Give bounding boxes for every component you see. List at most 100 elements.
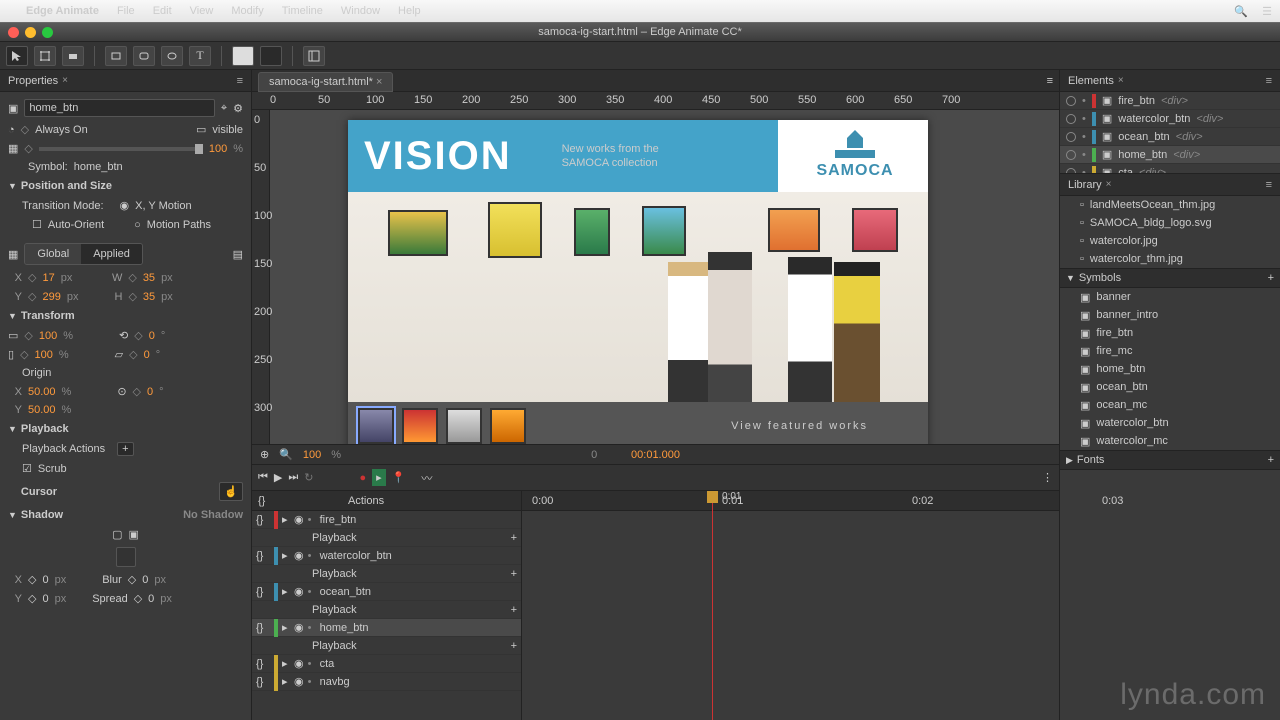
panel-menu-icon[interactable]: ≡ <box>1266 179 1272 191</box>
shadow-x[interactable]: 0 <box>42 574 48 586</box>
diamond-keyframe-icon[interactable]: ◇ <box>24 142 32 155</box>
library-asset[interactable]: ▫landMeetsOcean_thm.jpg <box>1060 196 1280 214</box>
add-font-button[interactable]: + <box>1268 454 1274 466</box>
skew-value[interactable]: 0 <box>144 349 150 361</box>
ellipse-tool-button[interactable] <box>161 46 183 66</box>
app-menu[interactable]: Edge Animate <box>26 5 99 17</box>
element-row[interactable]: •▣watercolor_btn<div> <box>1060 110 1280 128</box>
add-action-icon[interactable]: + <box>511 640 517 652</box>
cursor-picker-button[interactable]: ☝ <box>219 482 243 501</box>
menu-file[interactable]: File <box>117 5 135 17</box>
stage[interactable]: VISION New works from the SAMOCA collect… <box>348 120 928 444</box>
settings-icon[interactable]: ⚙ <box>233 102 243 115</box>
zoom-window-button[interactable] <box>42 27 53 38</box>
add-playback-action-button[interactable]: + <box>117 442 133 456</box>
layer-actions-icon[interactable]: {} <box>256 658 270 670</box>
element-row[interactable]: •▣fire_btn<div> <box>1060 92 1280 110</box>
xy-motion-option[interactable]: X, Y Motion <box>135 200 191 212</box>
scale-y-value[interactable]: 100 <box>35 349 53 361</box>
timeline-ruler[interactable]: 0:000:010:020:03 <box>522 491 1059 511</box>
zoom-value[interactable]: 100 <box>303 449 321 461</box>
easing-button[interactable]: 〰 <box>421 470 432 486</box>
thumb-watercolor[interactable] <box>446 408 482 444</box>
playhead-handle[interactable] <box>707 491 718 503</box>
auto-keyframe-button[interactable]: ● <box>360 472 367 484</box>
element-row[interactable]: •▣cta<div> <box>1060 164 1280 174</box>
add-action-icon[interactable]: + <box>511 532 517 544</box>
elements-tab[interactable]: Elements × ≡ <box>1060 70 1280 92</box>
play-button[interactable]: ▶ <box>274 471 282 484</box>
visibility-toggle-icon[interactable]: ◉ <box>294 549 304 562</box>
visibility-eye-icon[interactable] <box>1066 114 1076 124</box>
menu-edit[interactable]: Edit <box>153 5 172 17</box>
timeline-layer[interactable]: {}▸◉•navbg <box>252 673 521 691</box>
transform-section[interactable]: ▼Transform <box>8 306 243 326</box>
menu-view[interactable]: View <box>190 5 214 17</box>
timeline-layer[interactable]: {}▸◉•ocean_btn <box>252 583 521 601</box>
visibility-value[interactable]: visible <box>212 124 243 136</box>
element-row[interactable]: •▣home_btn<div> <box>1060 146 1280 164</box>
loop-button[interactable]: ↻ <box>304 471 313 484</box>
opacity-value[interactable]: 100 <box>209 143 227 155</box>
always-on-icon[interactable]: ◔ <box>8 124 15 136</box>
layout-presets-button[interactable] <box>303 46 325 66</box>
library-tab[interactable]: Library × ≡ <box>1060 174 1280 196</box>
close-tab-icon[interactable]: × <box>1118 75 1124 86</box>
transform-tool-button[interactable] <box>34 46 56 66</box>
shadow-y[interactable]: 0 <box>42 593 48 605</box>
add-action-icon[interactable]: + <box>511 568 517 580</box>
center-stage-icon[interactable]: ⊕ <box>260 448 269 461</box>
timeline-options-icon[interactable]: ⋮ <box>1042 471 1053 484</box>
fonts-section[interactable]: ▶Fonts+ <box>1060 450 1280 470</box>
scale-x-value[interactable]: 100 <box>39 330 57 342</box>
shadow-color-swatch[interactable] <box>116 547 136 567</box>
stroke-color-swatch[interactable] <box>260 46 282 66</box>
diamond-keyframe-icon[interactable]: ◇ <box>21 123 29 136</box>
clip-tool-button[interactable] <box>62 46 84 66</box>
lock-icon[interactable]: • <box>1082 113 1086 125</box>
radio-off-icon[interactable]: ○ <box>134 219 141 231</box>
close-tab-icon[interactable]: × <box>1106 179 1112 190</box>
document-tab[interactable]: samoca-ig-start.html* × <box>258 72 393 92</box>
outer-shadow-toggle[interactable]: ▢ <box>112 528 122 541</box>
lock-icon[interactable]: • <box>1082 167 1086 175</box>
timeline-layer[interactable]: {}▸◉•cta <box>252 655 521 673</box>
symbols-section[interactable]: ▼Symbols+ <box>1060 268 1280 288</box>
radio-on-icon[interactable]: ◉ <box>120 199 130 212</box>
origin-rotate-value[interactable]: 0 <box>147 386 153 398</box>
visibility-toggle-icon[interactable]: ◉ <box>294 585 304 598</box>
minimize-window-button[interactable] <box>25 27 36 38</box>
panel-menu-icon[interactable]: ≡ <box>1266 75 1272 87</box>
library-symbol[interactable]: ▣banner <box>1060 288 1280 306</box>
cursor-section[interactable]: ▼Cursor ☝ <box>8 478 243 505</box>
library-symbol[interactable]: ▣ocean_mc <box>1060 396 1280 414</box>
close-tab-icon[interactable]: × <box>62 75 68 86</box>
coord-mode-segment[interactable]: Global Applied <box>24 243 143 265</box>
visibility-eye-icon[interactable] <box>1066 96 1076 106</box>
auto-transition-button[interactable]: ▸ <box>372 469 386 486</box>
coord-icon[interactable]: ▦ <box>8 248 18 261</box>
timeline-sublayer[interactable]: Playback+ <box>252 565 521 583</box>
origin-y-value[interactable]: 50.00 <box>28 404 56 416</box>
library-symbol[interactable]: ▣home_btn <box>1060 360 1280 378</box>
rounded-rect-tool-button[interactable] <box>133 46 155 66</box>
x-value[interactable]: 17 <box>42 272 54 284</box>
timeline-layer[interactable]: {}▸◉•watercolor_btn <box>252 547 521 565</box>
visibility-toggle-icon[interactable]: ◉ <box>294 621 304 634</box>
text-tool-button[interactable]: T <box>189 46 211 66</box>
visibility-icon[interactable]: ▭ <box>196 123 206 136</box>
timeline-tracks[interactable]: 0:000:010:020:03 0:01 <box>522 491 1059 720</box>
add-symbol-button[interactable]: + <box>1268 272 1274 284</box>
shadow-spread[interactable]: 0 <box>148 593 154 605</box>
menu-window[interactable]: Window <box>341 5 380 17</box>
close-doc-icon[interactable]: × <box>376 76 382 88</box>
playhead[interactable]: 0:01 <box>712 491 713 720</box>
layer-actions-icon[interactable]: {} <box>256 622 270 634</box>
opacity-slider[interactable] <box>39 147 203 151</box>
position-size-section[interactable]: ▼Position and Size <box>8 176 243 196</box>
origin-x-value[interactable]: 50.00 <box>28 386 56 398</box>
library-symbol[interactable]: ▣ocean_btn <box>1060 378 1280 396</box>
visibility-toggle-icon[interactable]: ◉ <box>294 657 304 670</box>
visibility-toggle-icon[interactable]: ◉ <box>294 513 304 526</box>
menu-help[interactable]: Help <box>398 5 421 17</box>
